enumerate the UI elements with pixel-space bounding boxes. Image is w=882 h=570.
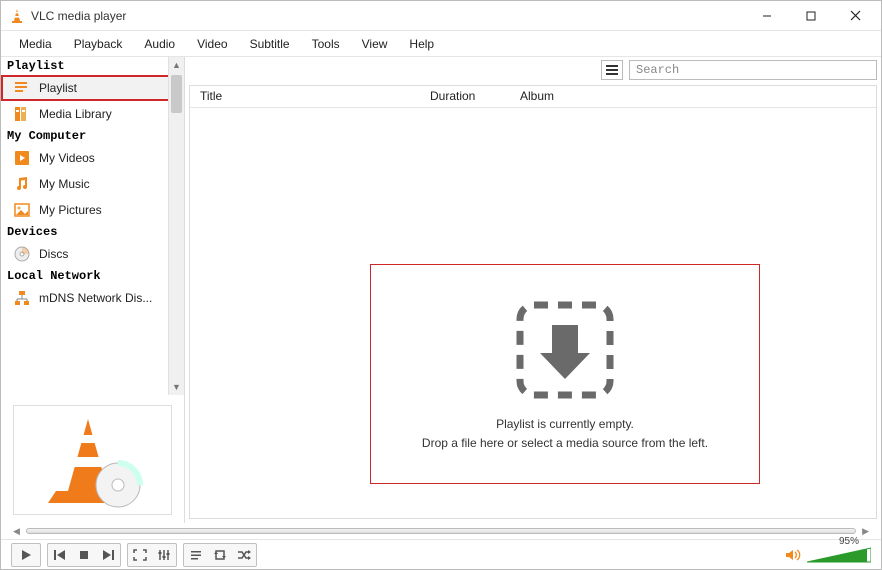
playlist-icon [13, 79, 31, 97]
volume-control [785, 546, 871, 564]
sidebar-scrollbar[interactable]: ▲ ▼ [168, 57, 184, 395]
window-title: VLC media player [31, 9, 745, 23]
main-area: Search Title Duration Album Playlist is … [185, 57, 881, 523]
picture-file-icon [13, 201, 31, 219]
maximize-button[interactable] [789, 2, 833, 30]
menu-playback[interactable]: Playback [64, 33, 133, 55]
search-placeholder: Search [636, 63, 679, 77]
volume-slider[interactable] [807, 546, 871, 564]
media-library-icon [13, 105, 31, 123]
close-button[interactable] [833, 2, 877, 30]
sidebar-item-playlist[interactable]: Playlist [1, 75, 184, 101]
section-my-computer: My Computer [1, 127, 184, 145]
video-file-icon [13, 149, 31, 167]
scroll-down-arrow[interactable]: ▼ [169, 379, 184, 395]
sidebar-item-label: Media Library [39, 107, 112, 121]
shuffle-button[interactable] [233, 545, 255, 565]
sidebar-item-label: Playlist [39, 81, 77, 95]
speaker-icon[interactable] [785, 548, 801, 562]
column-title[interactable]: Title [190, 86, 420, 107]
scroll-up-arrow[interactable]: ▲ [169, 57, 184, 73]
sidebar-item-label: My Music [39, 177, 90, 191]
menu-subtitle[interactable]: Subtitle [240, 33, 300, 55]
scrollbar-thumb[interactable] [171, 75, 182, 113]
previous-button[interactable] [49, 545, 71, 565]
disc-icon [13, 245, 31, 263]
menu-view[interactable]: View [352, 33, 398, 55]
empty-message: Playlist is currently empty. Drop a file… [422, 415, 708, 453]
menu-audio[interactable]: Audio [134, 33, 185, 55]
extended-settings-button[interactable] [153, 545, 175, 565]
empty-line1: Playlist is currently empty. [422, 415, 708, 434]
sidebar-item-label: Discs [39, 247, 68, 261]
column-headers: Title Duration Album [190, 86, 876, 108]
vlc-cone-icon [9, 8, 25, 24]
sidebar-item-my-music[interactable]: My Music [1, 171, 184, 197]
empty-playlist-area[interactable]: Playlist is currently empty. Drop a file… [190, 108, 876, 518]
sidebar-item-my-videos[interactable]: My Videos [1, 145, 184, 171]
menu-tools[interactable]: Tools [302, 33, 350, 55]
titlebar: VLC media player [1, 1, 881, 31]
next-button[interactable] [97, 545, 119, 565]
stop-button[interactable] [73, 545, 95, 565]
seek-handle-right: ▶ [862, 526, 869, 537]
menubar: Media Playback Audio Video Subtitle Tool… [1, 31, 881, 57]
sidebar-item-discs[interactable]: Discs [1, 241, 184, 267]
seek-track[interactable] [26, 528, 856, 534]
seek-handle-left: ◀ [13, 526, 20, 537]
view-mode-button[interactable] [601, 60, 623, 80]
drop-target-box[interactable]: Playlist is currently empty. Drop a file… [370, 264, 760, 484]
controls-bar: 95% [1, 539, 881, 569]
drop-arrow-icon [510, 295, 620, 405]
sidebar-item-label: My Pictures [39, 203, 102, 217]
empty-line2: Drop a file here or select a media sourc… [422, 434, 708, 453]
sidebar-item-label: My Videos [39, 151, 95, 165]
sidebar-item-label: mDNS Network Dis... [39, 291, 152, 305]
playlist-view: Title Duration Album Playlist is current… [189, 85, 877, 519]
volume-percent: 95% [839, 536, 859, 547]
sidebar-item-my-pictures[interactable]: My Pictures [1, 197, 184, 223]
sidebar: Playlist Playlist Media Library My Compu… [1, 57, 185, 523]
album-art-preview [13, 405, 172, 515]
column-duration[interactable]: Duration [420, 86, 510, 107]
column-album[interactable]: Album [510, 86, 876, 107]
fullscreen-button[interactable] [129, 545, 151, 565]
search-input[interactable]: Search [629, 60, 877, 80]
music-file-icon [13, 175, 31, 193]
minimize-button[interactable] [745, 2, 789, 30]
section-local-network: Local Network [1, 267, 184, 285]
menu-media[interactable]: Media [9, 33, 62, 55]
toggle-playlist-button[interactable] [185, 545, 207, 565]
section-playlist: Playlist [1, 57, 184, 75]
menu-video[interactable]: Video [187, 33, 237, 55]
loop-button[interactable] [209, 545, 231, 565]
play-button[interactable] [11, 543, 41, 567]
menu-help[interactable]: Help [399, 33, 444, 55]
seekbar: ◀ ▶ [1, 523, 881, 539]
section-devices: Devices [1, 223, 184, 241]
network-icon [13, 289, 31, 307]
sidebar-item-media-library[interactable]: Media Library [1, 101, 184, 127]
sidebar-item-mdns[interactable]: mDNS Network Dis... [1, 285, 184, 311]
